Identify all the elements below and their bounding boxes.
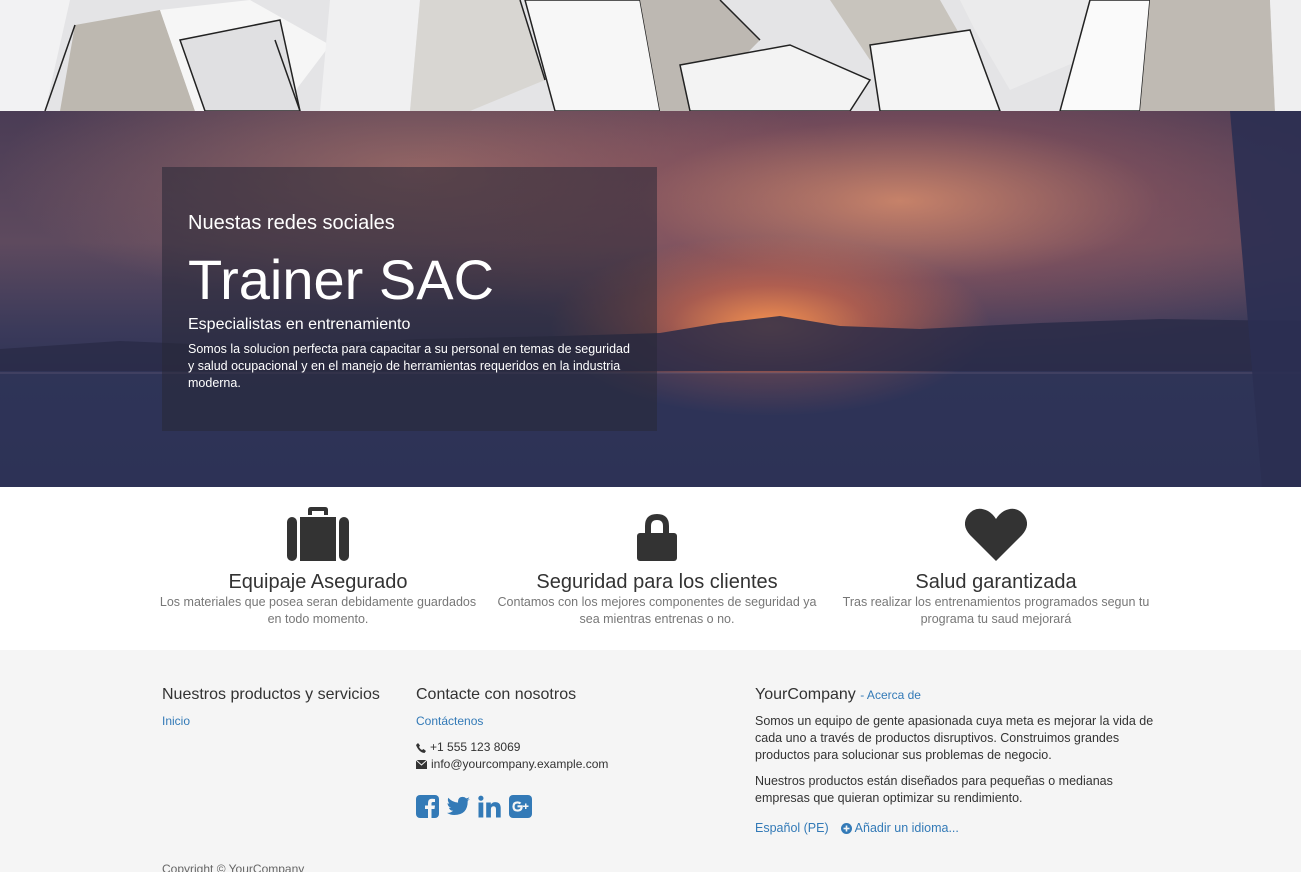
feature-text: Tras realizar los entrenamientos program…	[842, 595, 1150, 626]
briefcase-icon	[287, 507, 349, 561]
hero-caption-box: Nuestas redes sociales Trainer SAC Espec…	[162, 167, 657, 431]
feature-security: Seguridad para los clientes Contamos con…	[497, 503, 817, 628]
twitter-icon[interactable]	[447, 795, 470, 818]
about-paragraph-2: Nuestros productos están diseñados para …	[755, 774, 1113, 805]
feature-luggage: Equipaje Asegurado Los materiales que po…	[158, 503, 478, 628]
top-banner-image	[0, 0, 1301, 111]
about-paragraph-1: Somos un equipo de gente apasionada cuya…	[755, 714, 1154, 762]
features-section: Equipaje Asegurado Los materiales que po…	[0, 487, 1301, 650]
add-language-label: Añadir un idioma...	[854, 821, 959, 835]
feature-text: Los materiales que posea seran debidamen…	[159, 595, 477, 626]
contact-us-link[interactable]: Contáctenos	[416, 714, 483, 728]
phone-number: +1 555 123 8069	[430, 740, 521, 754]
phone-line: +1 555 123 8069	[416, 739, 608, 756]
company-name: YourCompany	[755, 686, 856, 703]
hero-subtitle: Especialistas en entrenamiento	[188, 316, 411, 333]
heart-icon	[965, 508, 1027, 561]
feature-health: Salud garantizada Tras realizar los entr…	[836, 503, 1156, 628]
footer-contact-column: Contacte con nosotros Contáctenos +1 555…	[416, 685, 608, 818]
language-link[interactable]: Español (PE)	[755, 821, 829, 835]
hero-kicker: Nuestas redes sociales	[188, 212, 395, 234]
copyright: Copyright © YourCompany	[162, 862, 305, 872]
architecture-image	[0, 0, 1301, 111]
linkedin-icon[interactable]	[478, 795, 501, 818]
facebook-icon[interactable]	[416, 795, 439, 818]
add-language-link[interactable]: Añadir un idioma...	[840, 821, 959, 835]
language-selector: Español (PE) Añadir un idioma...	[755, 821, 1155, 835]
footer-contact-heading: Contacte con nosotros	[416, 686, 577, 703]
footer-products-heading: Nuestros productos y servicios	[162, 686, 380, 703]
email-line: info@yourcompany.example.com	[416, 756, 608, 773]
feature-title: Equipaje Asegurado	[228, 571, 408, 593]
footer-about-column: YourCompany - Acerca de Somos un equipo …	[755, 685, 1155, 835]
phone-icon	[416, 742, 426, 753]
plus-circle-icon	[840, 822, 852, 834]
email-address: info@yourcompany.example.com	[431, 757, 609, 771]
social-links	[416, 795, 608, 818]
lock-icon	[637, 514, 677, 561]
home-link[interactable]: Inicio	[162, 714, 190, 728]
google-plus-icon[interactable]	[509, 795, 532, 818]
footer-products-column: Nuestros productos y servicios Inicio	[162, 685, 380, 730]
hero-title: Trainer SAC	[188, 248, 495, 311]
hero-section: Nuestas redes sociales Trainer SAC Espec…	[0, 111, 1301, 487]
footer: Nuestros productos y servicios Inicio Co…	[0, 650, 1301, 872]
about-link[interactable]: - Acerca de	[860, 685, 921, 705]
feature-title: Seguridad para los clientes	[536, 571, 778, 593]
envelope-icon	[416, 760, 427, 769]
feature-text: Contamos con los mejores componentes de …	[497, 595, 817, 626]
feature-title: Salud garantizada	[915, 571, 1077, 593]
hero-description: Somos la solucion perfecta para capacita…	[188, 342, 630, 390]
footer-about-heading: YourCompany - Acerca de	[755, 685, 1155, 705]
